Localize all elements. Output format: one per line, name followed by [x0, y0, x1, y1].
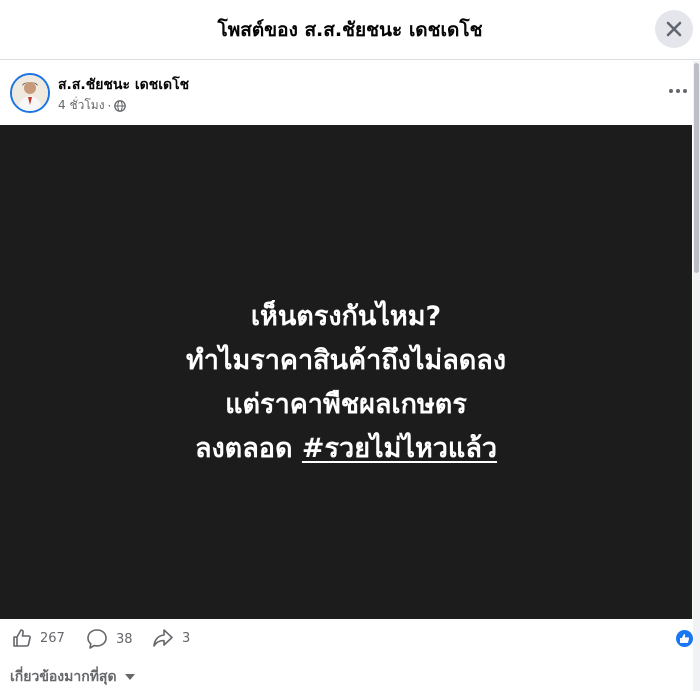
more-dot-icon — [683, 89, 687, 93]
more-dot-icon — [676, 89, 680, 93]
post-text: เห็นตรงกันไหม? ทำไมราคาสินค้าถึงไม่ลดลง … — [0, 295, 692, 471]
share-count: 3 — [182, 630, 191, 646]
post-image[interactable]: เห็นตรงกันไหม? ทำไมราคาสินค้าถึงไม่ลดลง … — [0, 125, 692, 619]
comment-count: 38 — [116, 631, 133, 647]
close-button[interactable] — [655, 10, 693, 48]
dialog-title: โพสต์ของ ส.ส.ชัยชนะ เดชเดโช — [217, 19, 483, 41]
post-text-line: ทำไมราคาสินค้าถึงไม่ลดลง — [185, 345, 507, 376]
reaction-summary[interactable] — [675, 629, 694, 648]
post-time[interactable]: 4 ชั่วโมง — [58, 96, 105, 115]
avatar[interactable] — [10, 73, 50, 113]
like-button[interactable]: 267 — [12, 628, 65, 648]
dialog-header: โพสต์ของ ส.ส.ชัยชนะ เดชเดโช — [0, 0, 700, 60]
post-author-bar: ส.ส.ชัยชนะ เดชเดโช 4 ชั่วโมง · — [0, 61, 692, 125]
globe-icon — [114, 99, 127, 112]
avatar-image — [12, 75, 48, 111]
author-name[interactable]: ส.ส.ชัยชนะ เดชเดโช — [58, 74, 189, 96]
share-icon — [153, 629, 173, 647]
comment-sort-dropdown[interactable]: เกี่ยวข้องมากที่สุด — [10, 666, 135, 688]
scrollbar[interactable] — [693, 61, 700, 691]
post-text-line: แต่ราคาพืชผลเกษตร — [225, 389, 467, 420]
more-dot-icon — [669, 89, 673, 93]
share-button[interactable]: 3 — [152, 628, 190, 648]
comment-sort-label: เกี่ยวข้องมากที่สุด — [10, 669, 117, 685]
comment-icon — [87, 629, 107, 649]
caret-down-icon — [124, 674, 135, 680]
like-count: 267 — [40, 630, 65, 646]
close-icon — [666, 21, 682, 37]
like-reaction-icon — [680, 634, 690, 643]
thumbs-up-icon — [13, 629, 31, 647]
more-options-button[interactable] — [660, 79, 696, 103]
post-text-line: เห็นตรงกันไหม? — [250, 301, 442, 332]
post-text-line: ลงตลอด #รวยไม่ไหวแล้ว — [0, 427, 692, 471]
post-text-segment: ลงตลอด — [194, 433, 293, 464]
action-bar: 267 38 3 — [0, 619, 694, 661]
hashtag-link[interactable]: #รวยไม่ไหวแล้ว — [302, 433, 497, 464]
post-meta: 4 ชั่วโมง · — [58, 96, 127, 115]
separator-dot: · — [107, 98, 112, 113]
comment-button[interactable]: 38 — [86, 628, 133, 650]
